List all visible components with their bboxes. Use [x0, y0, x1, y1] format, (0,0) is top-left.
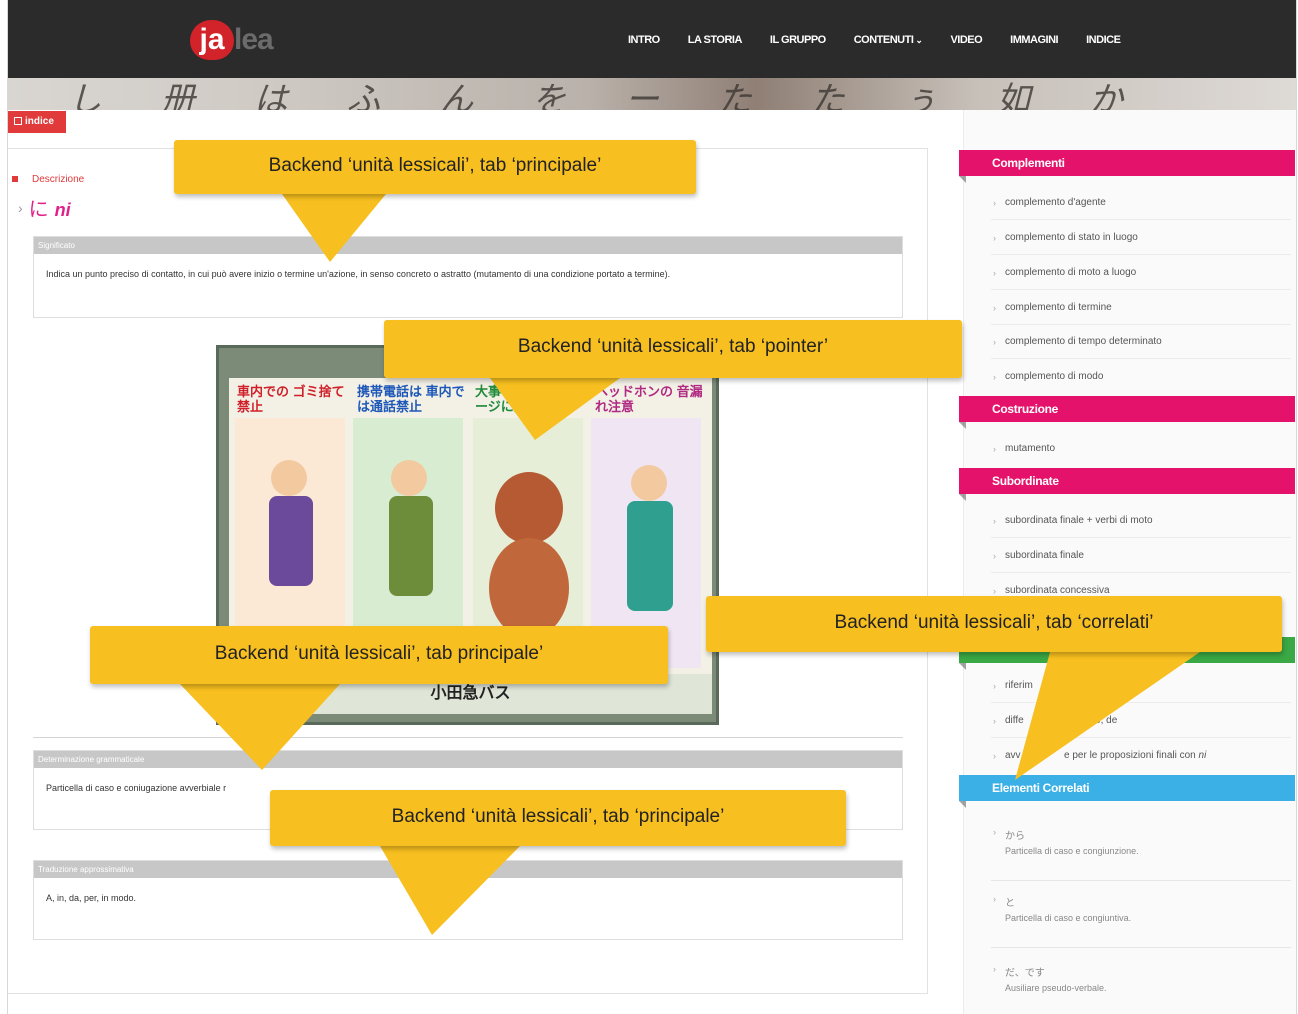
- callout-4-tail: [1015, 652, 1200, 780]
- callout-1-tail: [282, 194, 386, 262]
- callout-2-tail: [490, 378, 620, 440]
- callout-3-tail: [180, 684, 340, 770]
- callout-principale-3: Backend ‘unità lessicali’, tab ‘principa…: [270, 790, 846, 846]
- callout-principale-2: Backend ‘unità lessicali’, tab principal…: [90, 626, 668, 684]
- callout-5-tail: [380, 846, 520, 935]
- callout-principale-1: Backend ‘unità lessicali’, tab ‘principa…: [174, 140, 696, 194]
- callout-correlati: Backend ‘unità lessicali’, tab ‘correlat…: [706, 596, 1282, 652]
- callout-pointer: Backend ‘unità lessicali’, tab ‘pointer’: [384, 320, 962, 378]
